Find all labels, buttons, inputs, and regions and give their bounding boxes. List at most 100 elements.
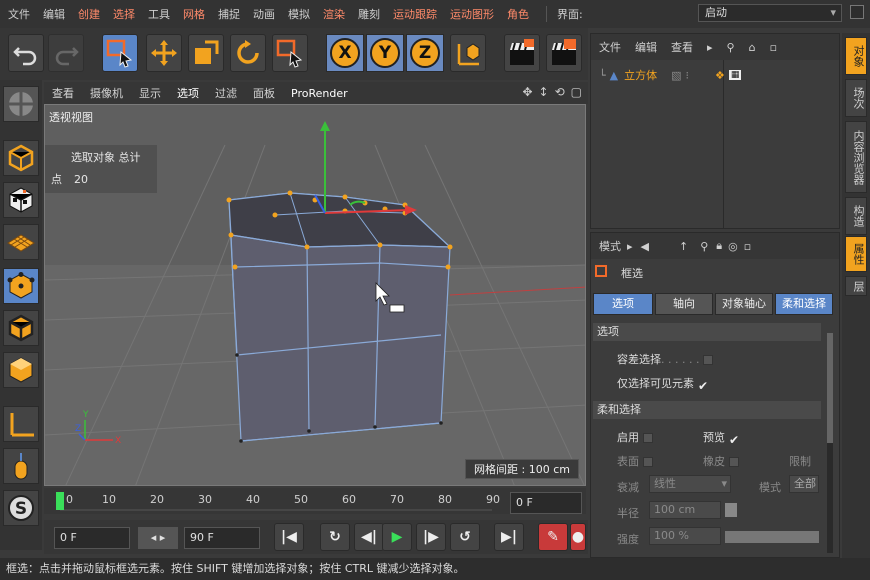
tab-axis[interactable]: 轴向 [655,293,713,315]
preview-checkbox[interactable]: ✔ [729,433,741,447]
falloff-select[interactable]: 线性 ▾ [649,475,731,493]
coordinate-system-button[interactable] [450,34,486,72]
side-tab-layers[interactable]: 层 [845,276,867,296]
undo-button[interactable] [8,34,44,72]
side-tab-objects[interactable]: 对象 [845,37,867,75]
model-mode-button[interactable] [3,140,39,176]
visibility-dots-icon[interactable]: ⁝ [686,69,690,82]
viewport-menu-display[interactable]: 显示 [139,85,161,101]
om-menu-file[interactable]: 文件 [599,39,621,55]
timeline[interactable]: 0 10 20 30 40 50 60 70 80 90 0 F [44,488,586,514]
surface-checkbox[interactable] [643,457,653,467]
polygons-mode-button[interactable] [3,352,39,388]
playhead[interactable] [56,492,64,510]
rotate-view-icon[interactable]: ⟲ [555,85,565,99]
target-icon[interactable]: ◎ [728,240,738,253]
redo-button[interactable] [48,34,84,72]
render-view-button[interactable] [504,34,540,72]
viewport-menu-view[interactable]: 查看 [52,85,74,101]
menu-tools[interactable]: 工具 [148,6,170,22]
axis-mode-button[interactable] [3,406,39,442]
object-row[interactable]: └ ▲ 立方体 ▧ ⁝ ❖ ▦ [591,64,839,86]
section-options[interactable]: 选项 [593,323,821,341]
chevron-right-icon[interactable]: ▸ [627,240,633,253]
tweak-mode-button[interactable] [3,448,39,484]
radius-slider-handle[interactable] [725,503,737,517]
points-mode-button[interactable] [3,268,39,304]
chevron-right-icon[interactable]: ▸ [707,41,713,54]
toggle-view-icon[interactable]: ▢ [571,85,582,99]
mode-select[interactable]: 全部 [789,475,819,493]
go-to-end-button[interactable]: ▶| [494,523,524,551]
menu-simulate[interactable]: 模拟 [288,6,310,22]
side-tab-content-browser[interactable]: 内容浏览器 [845,121,867,193]
viewport-menu-options[interactable]: 选项 [177,85,199,101]
visible-only-checkbox[interactable]: ✔ [698,379,710,393]
previous-key-button[interactable]: ↻ [320,523,350,551]
viewport-menu-prorender[interactable]: ProRender [291,87,348,100]
strength-slider[interactable] [725,531,819,543]
render-to-picture-viewer-button[interactable] [546,34,582,72]
viewport-menu-panel[interactable]: 面板 [253,85,275,101]
menu-sculpt[interactable]: 雕刻 [358,6,380,22]
menu-snap[interactable]: 捕捉 [218,6,240,22]
end-frame-field[interactable]: 90 F [184,527,260,549]
enable-checkbox[interactable] [643,433,653,443]
search-icon[interactable]: ⚲ [727,41,735,54]
move-view-icon[interactable]: ✥ [522,85,532,99]
current-frame-field[interactable]: 0 F [510,492,582,514]
menu-file[interactable]: 文件 [8,6,30,22]
object-name[interactable]: 立方体 [624,67,657,83]
texture-mode-button[interactable] [3,182,39,218]
up-arrow-icon[interactable]: ↑ [679,240,688,253]
rubber-checkbox[interactable] [729,457,739,467]
search-icon[interactable]: ⚲ [700,240,708,253]
viewport-menu-filter[interactable]: 过滤 [215,85,237,101]
scale-button[interactable] [188,34,224,72]
viewport-menu-cameras[interactable]: 摄像机 [90,85,123,101]
new-window-icon[interactable]: ▫ [744,240,751,253]
tab-options[interactable]: 选项 [593,293,653,315]
snap-button[interactable]: S [3,490,39,526]
tolerant-checkbox[interactable] [703,355,714,365]
home-icon[interactable]: ⌂ [749,41,756,54]
menu-mesh[interactable]: 网格 [183,6,205,22]
menu-render[interactable]: 渲染 [323,6,345,22]
menu-select[interactable]: 选择 [113,6,135,22]
tab-soft-selection[interactable]: 柔和选择 [775,293,833,315]
section-soft-selection[interactable]: 柔和选择 [593,401,821,419]
side-tab-takes[interactable]: 场次 [845,79,867,117]
phong-tag-icon[interactable]: ❖ [715,69,725,82]
make-editable-button[interactable] [3,86,39,122]
tab-object-axis[interactable]: 对象轴心 [715,293,773,315]
menu-character[interactable]: 角色 [507,6,529,22]
edges-mode-button[interactable] [3,310,39,346]
y-axis-lock-button[interactable]: Y [366,34,404,72]
x-axis-lock-button[interactable]: X [326,34,364,72]
record-key-button[interactable]: ✎ [538,523,568,551]
material-tag-icon[interactable]: ▦ [728,70,742,80]
z-axis-lock-button[interactable]: Z [406,34,444,72]
lock-icon[interactable]: 🔒︎ [716,239,722,253]
menu-motion-tracking[interactable]: 运动跟踪 [393,6,437,22]
om-menu-view[interactable]: 查看 [671,39,693,55]
perspective-viewport[interactable]: Y X Z 透视视图 选取对象 总计 点 20 网格间距 : 100 cm [44,104,586,486]
range-stepper[interactable]: ◂ ▸ [138,527,178,549]
next-key-button[interactable]: ↺ [450,523,480,551]
menu-animate[interactable]: 动画 [253,6,275,22]
rotate-button[interactable] [230,34,266,72]
radius-field[interactable]: 100 cm [649,501,721,519]
expand-icon[interactable]: ▫ [770,41,777,54]
start-frame-field[interactable]: 0 F [54,527,130,549]
workplane-mode-button[interactable] [3,224,39,260]
autokey-button[interactable]: ● [570,523,586,551]
next-frame-button[interactable]: |▶ [416,523,446,551]
side-tab-attributes[interactable]: 属性 [845,236,867,272]
go-to-start-button[interactable]: |◀ [274,523,304,551]
scrollbar[interactable] [827,333,833,553]
menu-create[interactable]: 创建 [78,6,100,22]
menu-mograph[interactable]: 运动图形 [450,6,494,22]
am-menu-mode[interactable]: 模式 [599,238,621,254]
layer-icon[interactable]: ▧ [671,69,681,82]
live-select-button[interactable] [102,34,138,72]
